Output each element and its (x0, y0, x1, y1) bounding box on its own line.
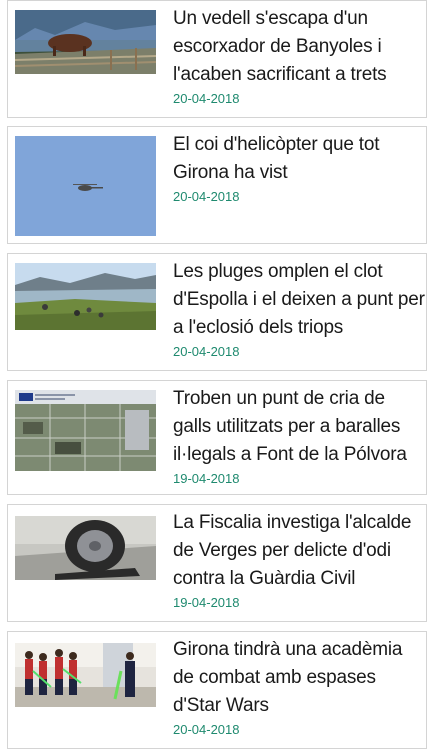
news-text: Troben un punt de cria de galls utilitza… (173, 385, 425, 488)
news-card[interactable]: Girona tindrà una acadèmia de combat amb… (7, 631, 427, 749)
news-thumbnail[interactable] (15, 390, 156, 471)
news-title[interactable]: Troben un punt de cria de galls utilitza… (173, 385, 425, 469)
news-date: 19-04-2018 (173, 471, 240, 486)
news-list: Un vedell s'escapa d'un escorxador de Ba… (0, 0, 434, 749)
news-card[interactable]: El coi d'helicòpter que tot Girona ha vi… (7, 126, 427, 244)
news-thumbnail[interactable] (15, 516, 156, 580)
news-date: 20-04-2018 (173, 189, 240, 204)
news-date: 20-04-2018 (173, 722, 240, 737)
news-date: 19-04-2018 (173, 595, 240, 610)
news-title[interactable]: Les pluges omplen el clot d'Espolla i el… (173, 258, 425, 342)
news-card[interactable]: Un vedell s'escapa d'un escorxador de Ba… (7, 0, 427, 118)
news-title[interactable]: El coi d'helicòpter que tot Girona ha vi… (173, 131, 425, 187)
news-thumbnail[interactable] (15, 643, 156, 707)
news-date: 20-04-2018 (173, 91, 240, 106)
news-title[interactable]: Girona tindrà una acadèmia de combat amb… (173, 636, 425, 720)
news-thumbnail[interactable] (15, 10, 156, 74)
news-card[interactable]: Troben un punt de cria de galls utilitza… (7, 380, 427, 495)
news-card[interactable]: Les pluges omplen el clot d'Espolla i el… (7, 253, 427, 371)
news-text: La Fiscalia investiga l'alcalde de Verge… (173, 509, 425, 612)
news-text: El coi d'helicòpter que tot Girona ha vi… (173, 131, 425, 206)
news-thumbnail[interactable] (15, 136, 156, 236)
news-text: Les pluges omplen el clot d'Espolla i el… (173, 258, 425, 361)
news-date: 20-04-2018 (173, 344, 240, 359)
news-title[interactable]: Un vedell s'escapa d'un escorxador de Ba… (173, 5, 425, 89)
news-thumbnail[interactable] (15, 263, 156, 330)
news-text: Girona tindrà una acadèmia de combat amb… (173, 636, 425, 739)
news-text: Un vedell s'escapa d'un escorxador de Ba… (173, 5, 425, 108)
news-card[interactable]: La Fiscalia investiga l'alcalde de Verge… (7, 504, 427, 622)
news-title[interactable]: La Fiscalia investiga l'alcalde de Verge… (173, 509, 425, 593)
